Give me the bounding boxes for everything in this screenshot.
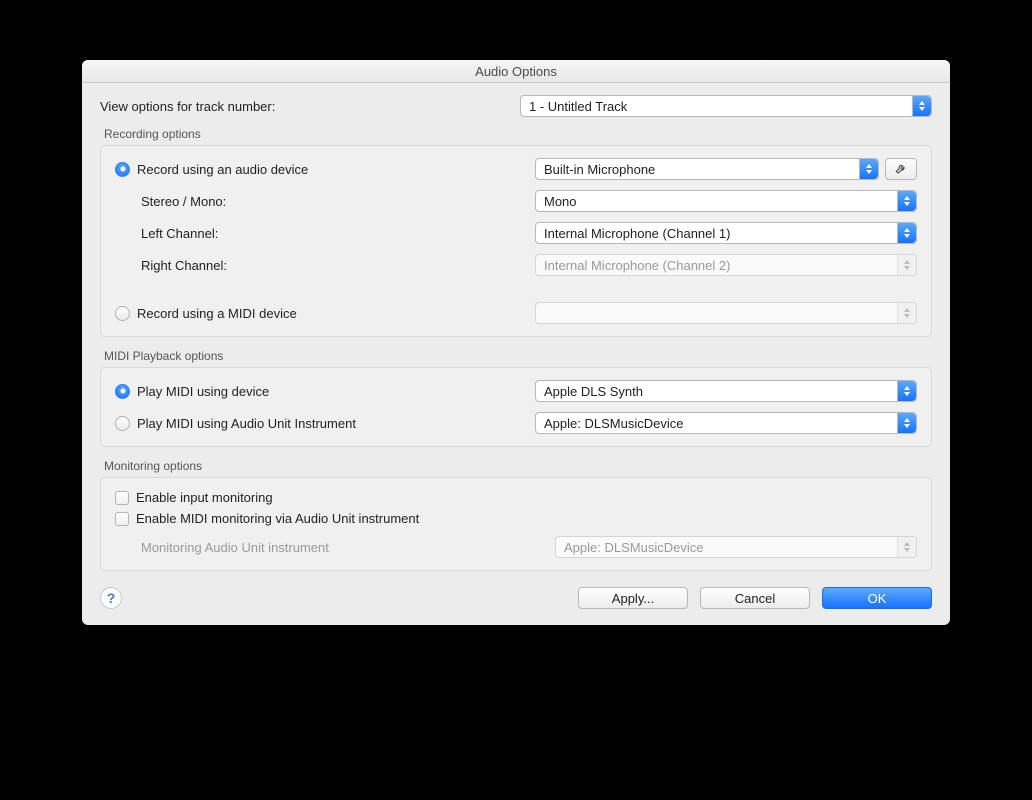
checkbox-enable-midi-monitoring[interactable]: Enable MIDI monitoring via Audio Unit in… [115,511,917,526]
stereo-mono-select[interactable]: Mono [535,190,917,212]
midi-playback-device-select[interactable]: Apple DLS Synth [535,380,917,402]
audio-options-window: Audio Options View options for track num… [82,60,950,625]
audio-device-settings-button[interactable] [885,158,917,180]
radio-play-midi-au[interactable]: Play MIDI using Audio Unit Instrument [115,416,535,431]
monitoring-au-value: Apple: DLSMusicDevice [564,540,703,555]
radio-record-midi-label: Record using a MIDI device [137,306,297,321]
monitoring-title: Monitoring options [104,459,932,473]
stereo-mono-value: Mono [544,194,577,209]
chevrons-icon [897,255,916,275]
track-number-value: 1 - Untitled Track [529,99,627,114]
wrench-icon [894,162,908,176]
chevrons-icon [897,303,916,323]
recording-group-title: Recording options [104,127,932,141]
ok-button[interactable]: OK [822,587,932,609]
radio-record-midi[interactable]: Record using a MIDI device [115,306,535,321]
track-number-label: View options for track number: [100,99,520,114]
left-channel-select[interactable]: Internal Microphone (Channel 1) [535,222,917,244]
apply-button[interactable]: Apply... [578,587,688,609]
radio-dot-icon [115,384,130,399]
audio-device-value: Built-in Microphone [544,162,655,177]
right-channel-select[interactable]: Internal Microphone (Channel 2) [535,254,917,276]
chevrons-icon [897,413,916,433]
stereo-mono-label: Stereo / Mono: [115,194,535,209]
radio-record-audio-label: Record using an audio device [137,162,308,177]
left-channel-value: Internal Microphone (Channel 1) [544,226,730,241]
radio-dot-icon [115,416,130,431]
content: View options for track number: 1 - Untit… [82,83,950,625]
radio-dot-icon [115,162,130,177]
midi-au-value: Apple: DLSMusicDevice [544,416,683,431]
midi-device-select[interactable] [535,302,917,324]
monitoring-group: Monitoring options Enable input monitori… [100,459,932,571]
radio-midi-au-label: Play MIDI using Audio Unit Instrument [137,416,356,431]
radio-record-audio[interactable]: Record using an audio device [115,162,535,177]
chevrons-icon [859,159,878,179]
checkbox-icon [115,491,129,505]
enable-input-label: Enable input monitoring [136,490,273,505]
right-channel-label: Right Channel: [115,258,535,273]
radio-midi-device-label: Play MIDI using device [137,384,269,399]
help-button[interactable]: ? [100,587,122,609]
radio-play-midi-device[interactable]: Play MIDI using device [115,384,535,399]
enable-midi-label: Enable MIDI monitoring via Audio Unit in… [136,511,419,526]
chevrons-icon [912,96,931,116]
checkbox-icon [115,512,129,526]
apply-label: Apply... [612,591,654,606]
left-channel-label: Left Channel: [115,226,535,241]
midi-au-select[interactable]: Apple: DLSMusicDevice [535,412,917,434]
window-title: Audio Options [82,60,950,83]
chevrons-icon [897,381,916,401]
recording-options-group: Recording options Record using an audio … [100,127,932,337]
cancel-button[interactable]: Cancel [700,587,810,609]
chevrons-icon [897,191,916,211]
track-number-select[interactable]: 1 - Untitled Track [520,95,932,117]
chevrons-icon [897,223,916,243]
audio-device-select[interactable]: Built-in Microphone [535,158,879,180]
radio-dot-icon [115,306,130,321]
chevrons-icon [897,537,916,557]
midi-playback-group: MIDI Playback options Play MIDI using de… [100,349,932,447]
monitoring-au-select[interactable]: Apple: DLSMusicDevice [555,536,917,558]
ok-label: OK [868,591,887,606]
checkbox-enable-input-monitoring[interactable]: Enable input monitoring [115,490,917,505]
midi-playback-title: MIDI Playback options [104,349,932,363]
right-channel-value: Internal Microphone (Channel 2) [544,258,730,273]
monitoring-au-label: Monitoring Audio Unit instrument [115,540,555,555]
midi-playback-device-value: Apple DLS Synth [544,384,643,399]
cancel-label: Cancel [735,591,775,606]
help-icon: ? [107,590,116,606]
